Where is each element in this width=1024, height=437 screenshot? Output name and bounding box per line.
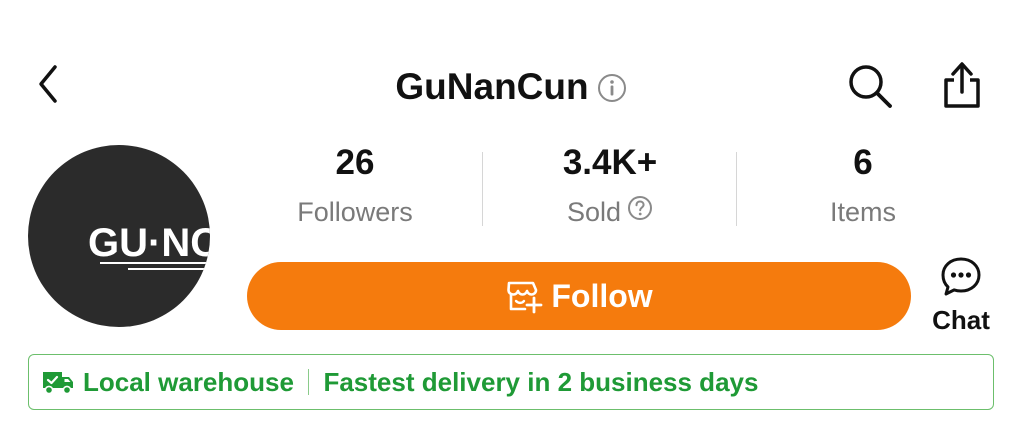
sold-label: Sold [566,197,622,227]
sold-count: 3.4K+ [562,143,658,182]
stat-divider [482,152,483,226]
items-stat[interactable]: 6 Items [748,140,978,236]
search-icon [846,62,894,115]
sold-stat[interactable]: 3.4K+ Sold [495,140,725,236]
shop-logo: GU·NC [88,221,210,270]
truck-icon [41,367,75,397]
items-label: Items [829,197,896,227]
stat-divider [736,152,737,226]
chat-label: Chat [932,305,990,335]
share-button[interactable] [936,60,988,114]
chat-button[interactable]: Chat [918,256,1004,336]
delivery-info-text: Fastest delivery in 2 business days [323,366,759,397]
follow-label: Follow [551,277,653,314]
shop-logo-text: GU·NC [88,221,210,265]
followers-label: Followers [297,197,413,227]
info-icon[interactable] [595,71,629,105]
shop-avatar[interactable]: GU·NC [28,145,210,327]
items-count: 6 [853,143,873,182]
followers-stat[interactable]: 26 Followers [240,140,470,236]
question-icon[interactable] [627,192,653,232]
local-warehouse-label: Local warehouse [83,366,294,397]
search-button[interactable] [844,62,896,114]
local-warehouse-banner[interactable]: Local warehouse Fastest delivery in 2 bu… [28,354,994,410]
share-icon [940,60,984,115]
shop-name: GuNanCun [395,66,589,107]
followers-count: 26 [335,143,375,182]
chat-bubble-icon [939,256,983,303]
banner-divider [307,369,310,395]
follow-button[interactable]: Follow [247,262,911,330]
shop-profile-screen: GuNanCun GU·NC 26 Followers 3.4K+ Sold 6… [0,0,1024,437]
store-add-icon [505,277,543,315]
